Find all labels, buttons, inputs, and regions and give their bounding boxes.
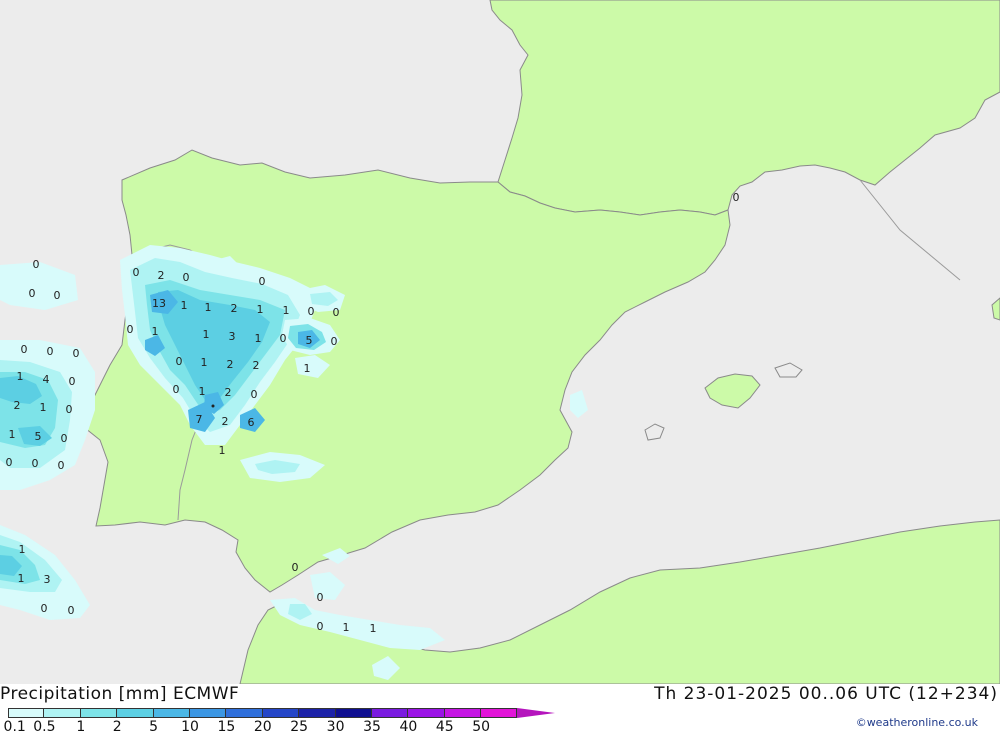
value-label: 0 [21, 343, 28, 356]
value-label: 7 [196, 413, 203, 426]
value-label: 5 [35, 430, 42, 443]
legend-swatch [335, 708, 372, 718]
value-label: 3 [229, 330, 236, 343]
value-label: 0 [58, 459, 65, 472]
value-label: 2 [227, 358, 234, 371]
value-label: 4 [43, 373, 50, 386]
value-label: 0 [259, 275, 266, 288]
value-label: 1 [203, 328, 210, 341]
value-label: 1 [181, 299, 188, 312]
legend-swatch [189, 708, 227, 718]
value-label: 2 [225, 386, 232, 399]
value-label: 2 [231, 302, 238, 315]
legend-swatch [153, 708, 190, 718]
value-label: 1 [152, 325, 159, 338]
value-label: 2 [253, 359, 260, 372]
value-label: 0 [127, 323, 134, 336]
value-label: 0 [54, 289, 61, 302]
legend-swatch [226, 708, 263, 718]
map-footer: Precipitation [mm] ECMWF Th 23-01-2025 0… [0, 684, 1000, 735]
value-label: 1 [201, 356, 208, 369]
value-label: 5 [306, 334, 313, 347]
legend-swatch [299, 708, 336, 718]
value-label: 1 [9, 428, 16, 441]
precipitation-map: 0 0 0 0 2 0 0 13 1 1 2 1 1 0 0 0 1 1 3 1… [0, 0, 1000, 684]
value-label: 6 [248, 416, 255, 429]
value-label: 0 [61, 432, 68, 445]
value-label: 0 [33, 258, 40, 271]
valid-time: Th 23-01-2025 00..06 UTC (12+234) [654, 684, 998, 704]
value-label: 1 [205, 301, 212, 314]
value-label: 0 [176, 355, 183, 368]
value-label: 1 [343, 621, 350, 634]
legend-swatch [80, 708, 118, 718]
value-label: 1 [304, 362, 311, 375]
value-label: 13 [152, 297, 166, 310]
legend-bar [8, 708, 556, 718]
value-label: 0 [32, 457, 39, 470]
value-label: 1 [257, 303, 264, 316]
legend-swatch [262, 708, 300, 718]
value-label: 0 [73, 347, 80, 360]
credit-link[interactable]: ©weatheronline.co.uk [856, 716, 978, 729]
value-label: 1 [370, 622, 377, 635]
value-label: 1 [18, 572, 25, 585]
value-label: 1 [199, 385, 206, 398]
value-label: 0 [292, 561, 299, 574]
value-label: 1 [255, 332, 262, 345]
value-label: 0 [280, 332, 287, 345]
value-label: 1 [40, 401, 47, 414]
value-label: 0 [47, 345, 54, 358]
value-label: 1 [17, 370, 24, 383]
legend-swatch [408, 708, 445, 718]
legend-swatch [8, 708, 45, 718]
legend-swatch [44, 708, 81, 718]
value-label: 1 [219, 444, 226, 457]
value-label: 2 [222, 415, 229, 428]
value-label: 0 [66, 403, 73, 416]
value-label: 2 [158, 269, 165, 282]
value-label: 0 [133, 266, 140, 279]
value-label: 0 [6, 456, 13, 469]
value-label: 0 [251, 388, 258, 401]
value-label: 0 [29, 287, 36, 300]
legend-ticks: 0.1 0.5 1 2 5 10 15 20 25 30 35 40 45 50 [4, 719, 528, 735]
legend-swatch [481, 708, 518, 718]
legend-swatch [444, 708, 482, 718]
value-label: 1 [19, 543, 26, 556]
value-label: 1 [283, 304, 290, 317]
value-label: 3 [44, 573, 51, 586]
value-label: 0 [308, 305, 315, 318]
value-label: 0 [331, 335, 338, 348]
value-label: 0 [183, 271, 190, 284]
legend-swatch [371, 708, 409, 718]
value-label: 0 [41, 602, 48, 615]
value-label: 0 [317, 591, 324, 604]
value-label: 0 [317, 620, 324, 633]
map-title: Precipitation [mm] ECMWF [0, 684, 240, 704]
legend-arrow [517, 708, 556, 718]
value-label: 2 [14, 399, 21, 412]
value-label: 0 [69, 375, 76, 388]
color-legend: 0.1 0.5 1 2 5 10 15 20 25 30 35 40 45 50 [4, 708, 556, 735]
value-label: 0 [333, 306, 340, 319]
city-dot [211, 404, 215, 408]
value-label: 0 [733, 191, 740, 204]
value-label: 0 [173, 383, 180, 396]
value-label: 0 [68, 604, 75, 617]
legend-swatch [117, 708, 154, 718]
